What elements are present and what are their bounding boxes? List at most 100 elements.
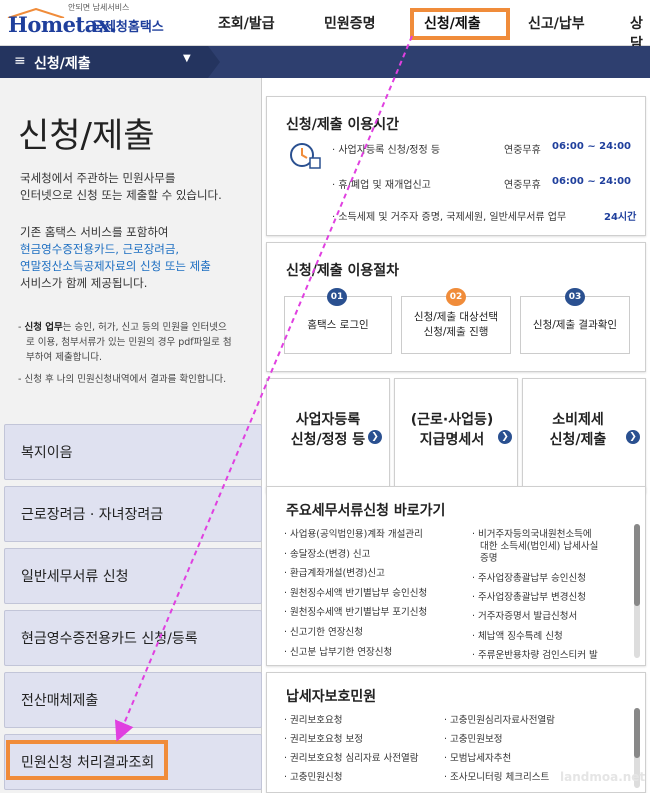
go-arrow-icon[interactable]: ❯ [498, 430, 512, 444]
protection-text: 고충민원신청 [290, 772, 343, 783]
step-number: 03 [565, 288, 585, 306]
clock-icon [290, 143, 321, 169]
shortcut-link[interactable]: · 주사업장총괄납부 변경신청 [472, 589, 586, 603]
protection-link[interactable]: · 권리보호요청 보정 [284, 731, 363, 745]
side-menu-welfare[interactable]: 복지이음 [4, 424, 262, 480]
tile-label: 사업자등록 신청/정정 등 [278, 410, 378, 450]
shortcuts-scroll-thumb[interactable] [634, 524, 640, 606]
shortcut-link-cont[interactable]: 증명 [480, 550, 497, 564]
hours-title: 신청/제출 이용시간 [286, 117, 400, 133]
go-arrow-icon[interactable]: ❯ [626, 430, 640, 444]
protection-text: 권리보호요청 심리자료 사전열람 [290, 753, 419, 764]
protection-link[interactable]: · 조사모니터링 체크리스트 [444, 769, 549, 783]
nav-item-filing[interactable]: 신고/납부 [528, 13, 585, 33]
step-label: 신청/제출 대상선택 [413, 311, 499, 323]
caret-down-icon[interactable]: ▼ [183, 53, 191, 64]
protection-scroll-thumb[interactable] [634, 708, 640, 758]
hometax-logo[interactable]: 안되면 남세서비스 Hometax. 국세청홈택스 [4, 2, 174, 42]
note-text: 로 이용, 첨부서류가 있는 민원의 경우 pdf파일로 첨 [26, 337, 232, 348]
service-link[interactable]: 연말정산소득공제자료의 신청 또는 제출 [20, 258, 211, 275]
hours-label: · 소득세제 및 거주자 증명, 국제세원, 일반세무서류 업무 [332, 212, 567, 223]
shortcut-text: 주사업장총괄납부 변경신청 [478, 592, 586, 603]
protection-text: 조사모니터링 체크리스트 [450, 772, 550, 783]
hours-time: 06:00 ~ 24:00 [552, 141, 632, 152]
protection-link[interactable]: · 고충민원신청 [284, 769, 343, 783]
shortcut-text: 주류운반용차량 검인스티커 발 [478, 650, 598, 661]
desc-line: 인터넷으로 신청 또는 제출할 수 있습니다. [20, 188, 222, 202]
tile-line: 신청/정정 등 [290, 432, 366, 448]
protection-link[interactable]: · 고충민원심리자료사전열람 [444, 712, 555, 726]
side-menu-label: 복지이음 [21, 445, 73, 461]
tile-line: (근로·사업등) [410, 412, 494, 428]
hours-time: 06:00 ~ 24:00 [552, 176, 632, 187]
hours-label-text: 소득세제 및 거주자 증명, 국제세원, 일반세무서류 업무 [338, 212, 567, 223]
note-text: 부하여 제출합니다. [26, 352, 102, 363]
top-navigation: 안되면 남세서비스 Hometax. 국세청홈택스 조회/발급 민원증명 신청/… [0, 0, 650, 52]
procedure-title: 신청/제출 이용절차 [286, 263, 400, 279]
protection-text: 모범납세자추천 [450, 753, 512, 764]
nav-item-certificate[interactable]: 민원증명 [324, 13, 376, 33]
side-menu-label: 일반세무서류 신청 [21, 569, 129, 585]
shortcut-link-cont[interactable]: 대한 소득세(법인세) 납세사실 [480, 538, 598, 552]
shortcut-link[interactable]: · 주사업장총괄납부 승인신청 [472, 570, 586, 584]
shortcut-text: 원천징수세액 반기별납부 승인신청 [290, 588, 428, 599]
shortcut-link[interactable]: · 신고분 납부기한 연장신청 [284, 644, 392, 658]
protection-link[interactable]: · 권리보호요청 [284, 712, 343, 726]
desc-line: 기존 홈택스 서비스를 포함하여 [20, 225, 169, 239]
nav-item-inquiry[interactable]: 조회/발급 [218, 13, 275, 33]
note-bold: 신청 업무 [24, 322, 63, 333]
hours-kind: 연중무휴 [504, 145, 541, 156]
tile-label: (근로·사업등) 지급명세서 [402, 410, 502, 450]
note-result: - 신청 후 나의 민원신청내역에서 결과를 확인합니다. [18, 374, 227, 385]
hours-label-text: 휴/폐업 및 재개업신고 [338, 180, 431, 191]
tile-line: 신청/제출 [549, 432, 607, 448]
tile-line: 소비제세 [552, 412, 604, 428]
shortcut-link[interactable]: · 원천징수세액 반기별납부 승인신청 [284, 585, 427, 599]
shortcut-text: 신고분 납부기한 연장신청 [290, 647, 393, 658]
protection-link[interactable]: · 고충민원보정 [444, 731, 503, 745]
shortcut-text: 신고기한 연장신청 [290, 627, 363, 638]
shortcut-text: 사업용(공익법인용)계좌 개설관리 [290, 529, 423, 540]
step-label: 신청/제출 결과확인 [532, 318, 618, 331]
hours-kind: 연중무휴 [504, 180, 541, 191]
menu-arrow-shape [208, 46, 220, 78]
hamburger-icon[interactable]: ≡ [14, 53, 26, 69]
menu-dropdown[interactable] [0, 46, 208, 78]
shortcut-text: 주사업장총괄납부 승인신청 [478, 573, 586, 584]
protection-text: 권리보호요청 보정 [290, 734, 363, 745]
desc-line: 국세청에서 주관하는 민원사무를 [20, 171, 176, 185]
side-menu-label: 현금영수증전용카드 신청/등록 [21, 631, 198, 647]
step-number: 02 [446, 288, 466, 306]
shortcut-link[interactable]: · 주류운반용차량 검인스티커 발 [472, 647, 622, 661]
menu-title: 신청/제출 [34, 56, 91, 72]
shortcut-link[interactable]: · 신고기한 연장신청 [284, 624, 363, 638]
side-menu-media[interactable]: 전산매체제출 [4, 672, 262, 728]
shortcut-link[interactable]: · 체납액 징수특례 신청 [472, 628, 563, 642]
protection-link[interactable]: · 권리보호요청 심리자료 사전열람 [284, 750, 418, 764]
hours-label-text: 사업자등록 신청/정정 등 [338, 145, 441, 156]
page-title: 신청/제출 [18, 116, 155, 156]
shortcut-link[interactable]: · 환급계좌개설(변경)신고 [284, 565, 385, 579]
shortcut-link[interactable]: · 원천징수세액 반기별납부 포기신청 [284, 604, 427, 618]
note-text: 는 승인, 허가, 신고 등의 민원을 인터넷으 [62, 322, 227, 333]
shortcut-link[interactable]: · 사업용(공익법인용)계좌 개설관리 [284, 526, 423, 540]
protection-link[interactable]: · 모범납세자추천 [444, 750, 511, 764]
description: 국세청에서 주관하는 민원사무를 인터넷으로 신청 또는 제출할 수 있습니다. [20, 170, 222, 204]
shortcuts-title: 주요세무서류신청 바로가기 [286, 503, 446, 519]
hours-time: 24시간 [604, 212, 637, 223]
step-number: 01 [327, 288, 347, 306]
side-menu-incentive[interactable]: 근로장려금 · 자녀장려금 [4, 486, 262, 542]
hours-label: · 휴/폐업 및 재개업신고 [332, 180, 431, 191]
protection-title: 납세자보호민원 [286, 689, 377, 705]
protection-text: 권리보호요청 [290, 715, 343, 726]
side-menu-label: 전산매체제출 [21, 693, 99, 709]
side-menu-tax-docs[interactable]: 일반세무서류 신청 [4, 548, 262, 604]
go-arrow-icon[interactable]: ❯ [368, 430, 382, 444]
side-menu-cash-receipt[interactable]: 현금영수증전용카드 신청/등록 [4, 610, 262, 666]
step-label: 신청/제출 진행 [423, 326, 489, 338]
shortcut-link[interactable]: · 송달장소(변경) 신고 [284, 546, 370, 560]
tile-label: 소비제세신청/제출 [528, 410, 628, 450]
description-services: 기존 홈택스 서비스를 포함하여 현금영수증전용카드, 근로장려금, 연말정산소… [20, 224, 211, 292]
service-link[interactable]: 현금영수증전용카드, 근로장려금, [20, 241, 211, 258]
shortcut-link[interactable]: · 거주자증명서 발급신청서 [472, 608, 577, 622]
